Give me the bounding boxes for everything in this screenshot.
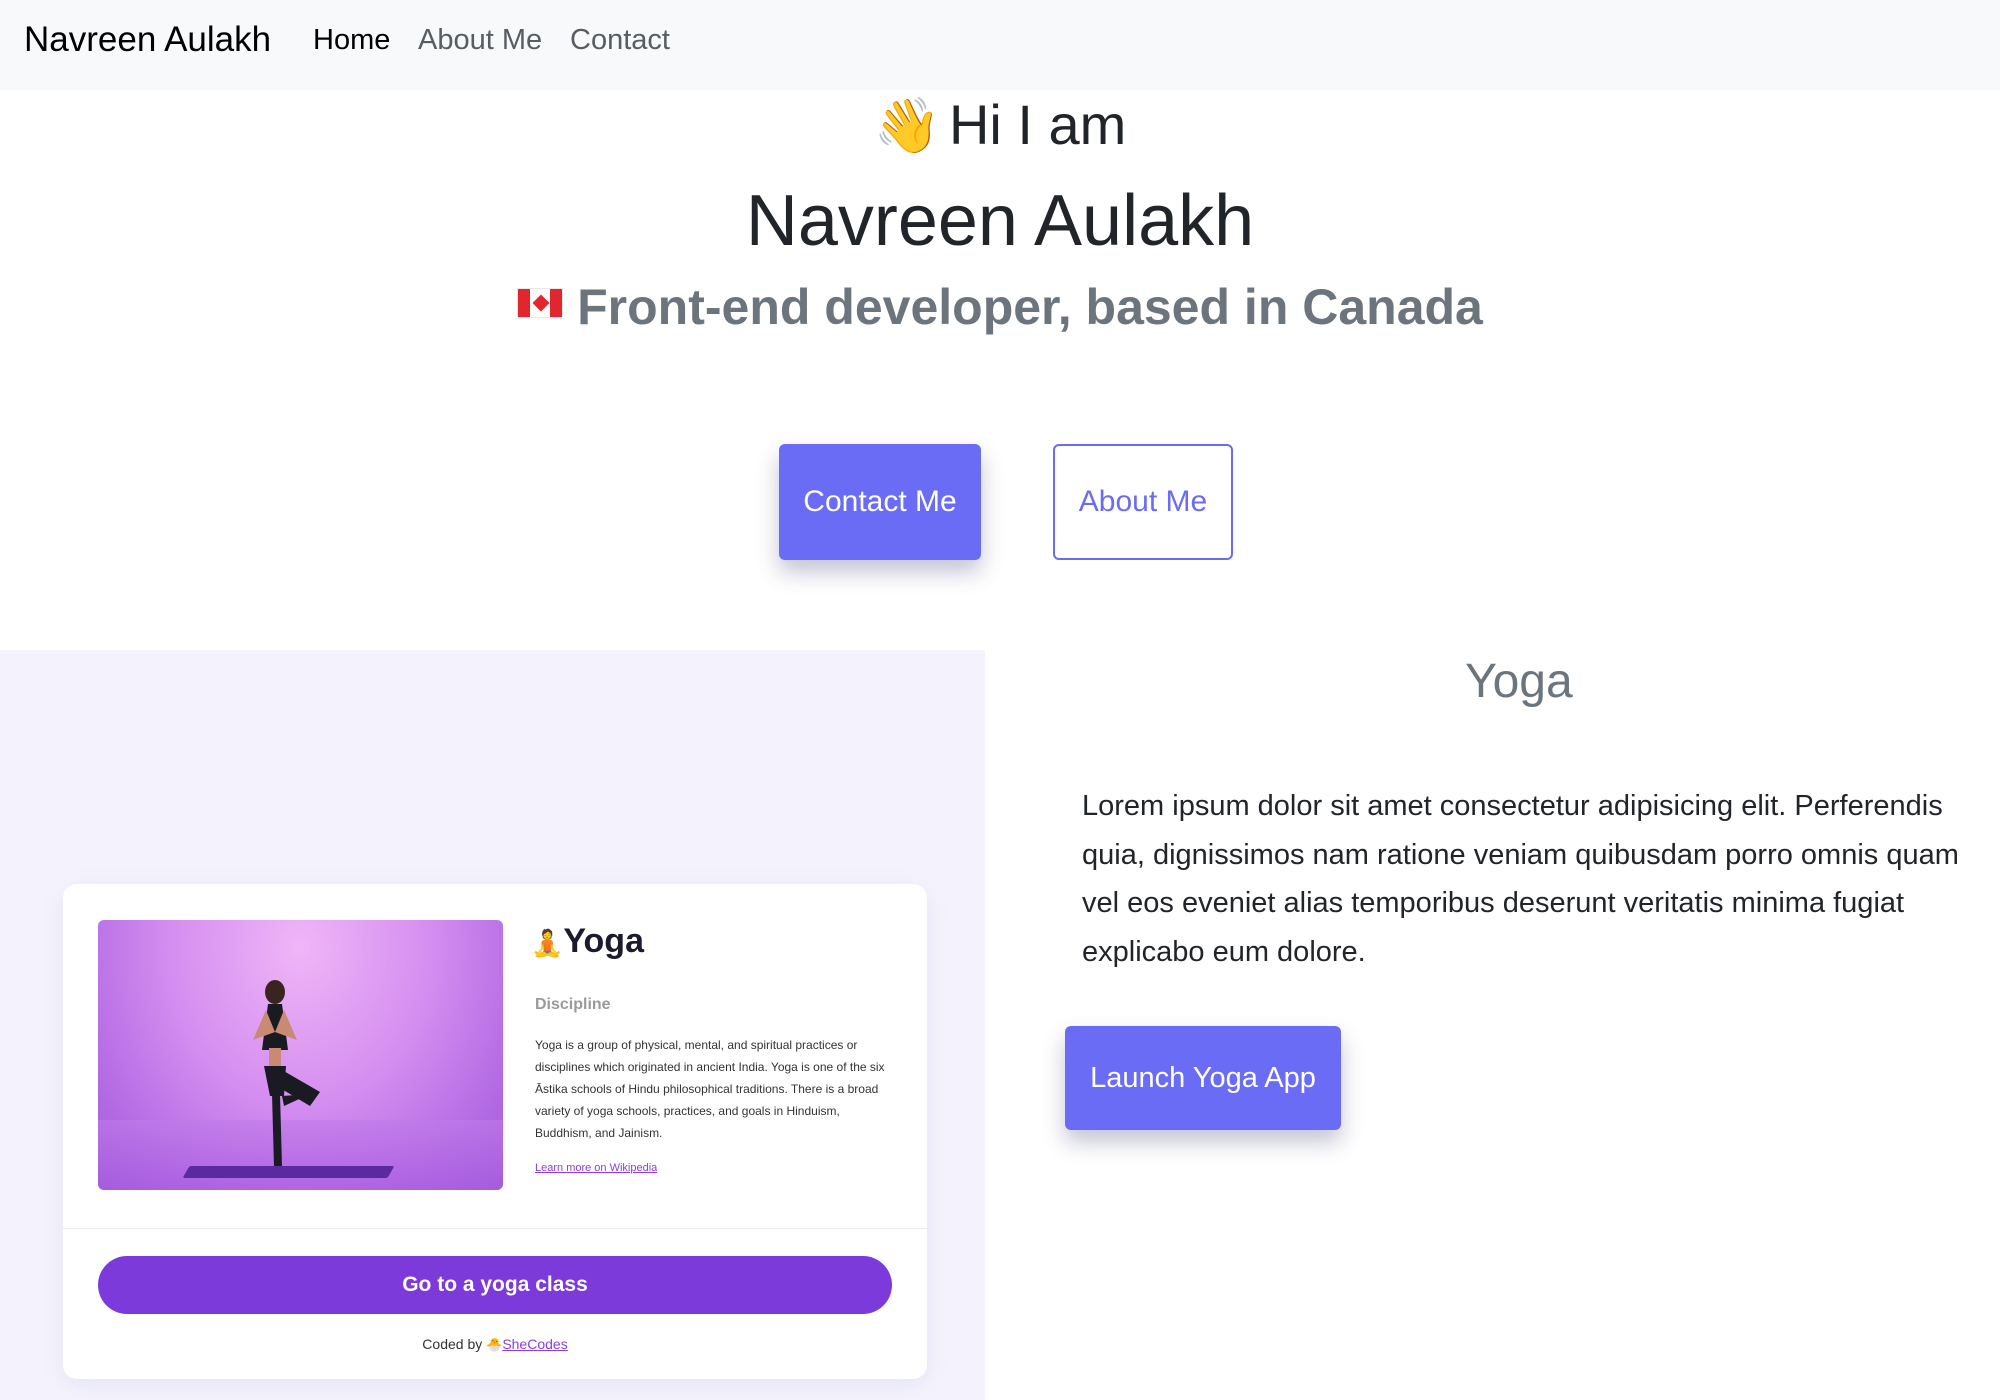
coded-by-text: Coded by (422, 1336, 483, 1352)
wikipedia-link[interactable]: Learn more on Wikipedia (535, 1162, 657, 1174)
lotus-position-icon: 🧘 (531, 929, 564, 959)
nav-link-contact[interactable]: Contact (570, 24, 670, 57)
hero-role-text: Front-end developer, based in Canada (577, 279, 1483, 335)
nav-link-about-me[interactable]: About Me (418, 24, 542, 57)
canada-flag-icon (517, 288, 564, 318)
about-me-button[interactable]: About Me (1053, 444, 1233, 560)
yoga-pose-image (98, 920, 503, 1190)
card-description: Yoga is a group of physical, mental, and… (535, 1038, 885, 1140)
card-subtitle: Discipline (535, 996, 611, 1013)
hatching-chick-icon: 🐣 (486, 1338, 503, 1353)
hero-greeting: 👋 Hi I am (0, 92, 2000, 158)
launch-yoga-app-button[interactable]: Launch Yoga App (1065, 1026, 1341, 1130)
yoga-app-preview-card: 🧘Yoga Discipline Yoga is a group of phys… (63, 884, 927, 1379)
coded-by-footer: Coded by 🐣SheCodes (63, 1336, 927, 1353)
shecodes-link[interactable]: SheCodes (502, 1336, 567, 1352)
hero-greeting-text: Hi I am (948, 93, 1127, 156)
yoga-person-figure (253, 980, 320, 1166)
card-title-text: Yoga (563, 922, 644, 960)
hero-name: Navreen Aulakh (745, 181, 1255, 261)
nav-link-home[interactable]: Home (313, 24, 390, 57)
contact-me-button[interactable]: Contact Me (779, 444, 981, 560)
project-heading: Yoga (1465, 655, 1573, 708)
project-description: Lorem ipsum dolor sit amet consectetur a… (1082, 790, 1959, 968)
card-title: 🧘Yoga (531, 922, 644, 961)
navbar: Navreen Aulakh Home About Me Contact (0, 0, 2000, 90)
card-divider (63, 1228, 927, 1229)
brand-link[interactable]: Navreen Aulakh (24, 20, 271, 60)
go-to-yoga-class-button[interactable]: Go to a yoga class (98, 1256, 892, 1314)
waving-hand-icon: 👋 (873, 94, 941, 157)
hero-role: Front-end developer, based in Canada (0, 278, 2000, 336)
